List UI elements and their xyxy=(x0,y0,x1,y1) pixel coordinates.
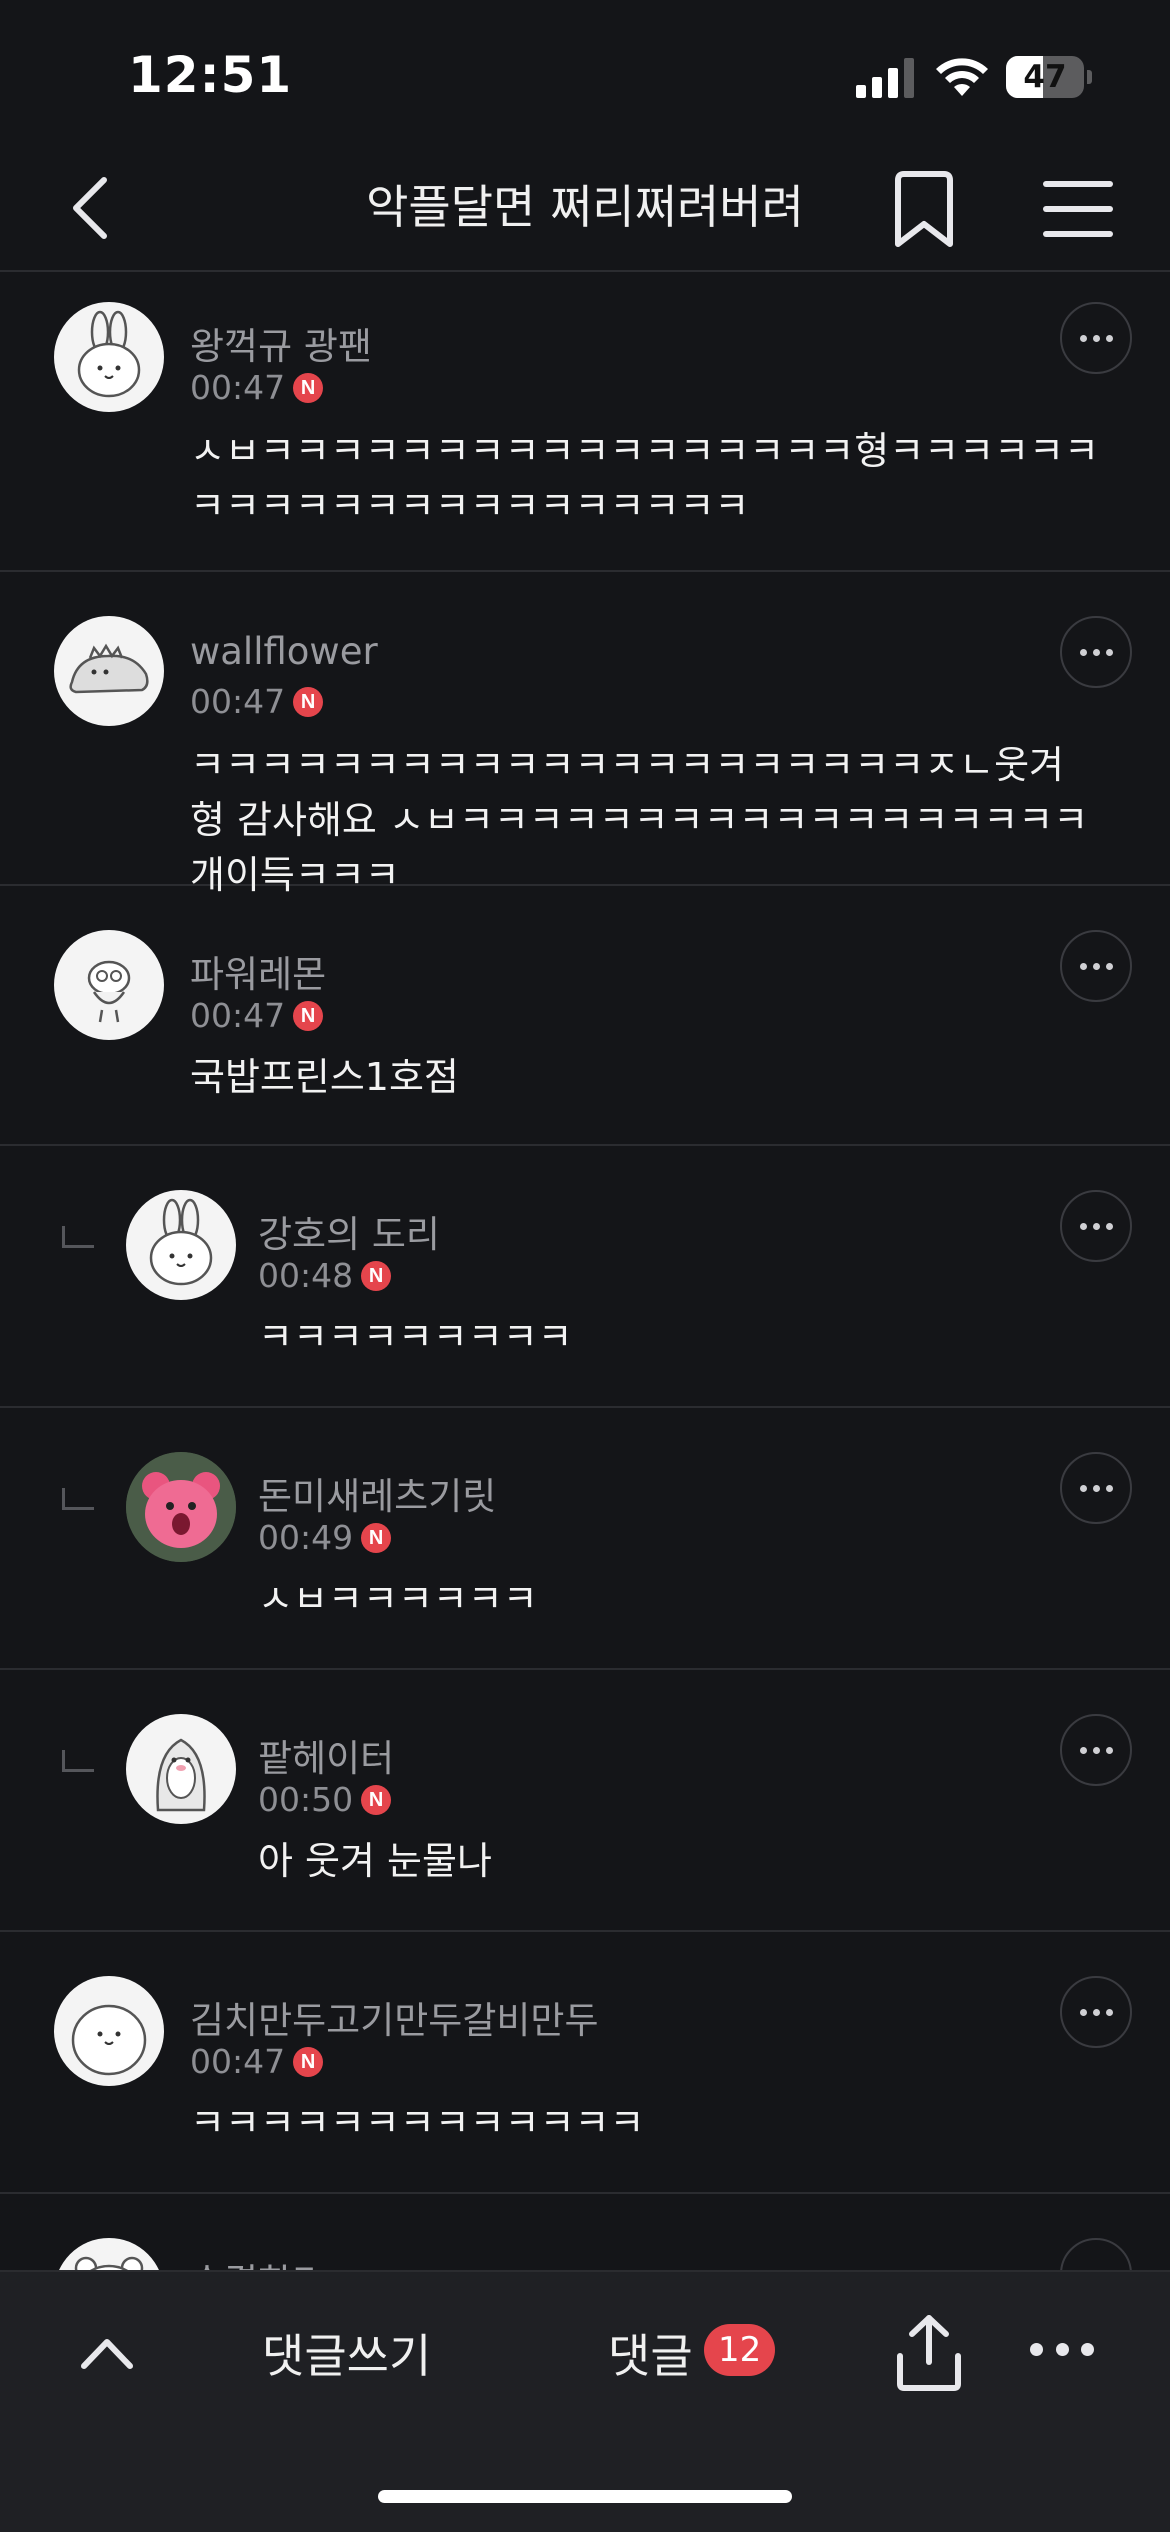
comment-meta: 00:47 N xyxy=(190,682,324,721)
comment-time: 00:49 xyxy=(258,1518,354,1557)
new-badge: N xyxy=(361,1522,392,1553)
comment-time: 00:47 xyxy=(190,2042,286,2081)
comment-meta: 00:49 N xyxy=(258,1518,392,1557)
comment-count-badge: 12 xyxy=(704,2324,776,2376)
comment-item: 파워레몬 00:47 N 국밥프린스1호점 xyxy=(0,886,1170,1146)
comment-time: 00:47 xyxy=(190,368,286,407)
comment-nickname[interactable]: 팥헤이터 xyxy=(258,1728,394,1782)
comment-more-button[interactable] xyxy=(1060,1976,1132,2048)
comment-time: 00:50 xyxy=(258,1780,354,1819)
bookmark-icon[interactable] xyxy=(886,170,962,250)
wifi-icon xyxy=(936,58,988,96)
comment-more-button[interactable] xyxy=(1060,2238,1132,2270)
comment-item: 김치만두고기만두갈비만두 00:47 N ㅋㅋㅋㅋㅋㅋㅋㅋㅋㅋㅋㅋㅋ xyxy=(0,1932,1170,2194)
bear-avatar-icon[interactable] xyxy=(54,2238,164,2270)
comment-item: wallflower 00:47 N ㅋㅋㅋㅋㅋㅋㅋㅋㅋㅋㅋㅋㅋㅋㅋㅋㅋㅋㅋㅋㅋ… xyxy=(0,572,1170,897)
pink-bear-avatar-icon[interactable] xyxy=(126,1452,236,1562)
share-icon[interactable] xyxy=(892,2312,966,2392)
more-dots-icon[interactable] xyxy=(1030,2334,1094,2364)
reply-indicator-icon xyxy=(62,1226,94,1248)
comment-body: ㅅㅂㅋㅋㅋㅋㅋㅋ xyxy=(258,1577,538,1621)
rabbit-avatar-icon[interactable] xyxy=(126,1190,236,1300)
battery-level: 47 xyxy=(1023,59,1067,95)
comment-body: ㅋㅋㅋㅋㅋㅋㅋㅋㅋ xyxy=(258,1315,573,1359)
new-badge: N xyxy=(293,372,324,403)
rabbit-avatar-icon[interactable] xyxy=(54,302,164,412)
comment-more-button[interactable] xyxy=(1060,1190,1132,1262)
home-indicator[interactable] xyxy=(378,2490,792,2503)
comment-body: ㅋㅋㅋㅋㅋㅋㅋㅋㅋㅋㅋㅋㅋ xyxy=(190,2101,645,2145)
blob-avatar-icon[interactable] xyxy=(54,1976,164,2086)
comment-meta: 00:48 N xyxy=(258,1256,392,1295)
comment-meta: 00:47 N xyxy=(190,996,324,1035)
comment-more-button[interactable] xyxy=(1060,930,1132,1002)
comment-body: ㅅㅂㅋㅋㅋㅋㅋㅋㅋㅋㅋㅋㅋㅋㅋㅋㅋㅋㅋ형ㅋㅋㅋㅋㅋㅋㅋㅋㅋㅋㅋㅋㅋㅋㅋㅋㅋㅋㅋㅋ… xyxy=(190,429,1099,528)
dinosaur-avatar-icon[interactable] xyxy=(54,616,164,726)
comment-item: 왕꺽규 광팬 00:47 N ㅅㅂㅋㅋㅋㅋㅋㅋㅋㅋㅋㅋㅋㅋㅋㅋㅋㅋㅋ형ㅋㅋㅋㅋㅋ… xyxy=(0,272,1170,572)
comment-meta: 00:47 N xyxy=(190,368,324,407)
comment-item: 순결한E xyxy=(0,2194,1170,2270)
top-nav-bar: 악플달면 쩌리쩌려버려 xyxy=(0,150,1170,272)
new-badge: N xyxy=(293,1000,324,1031)
comment-nickname[interactable]: 돈미새레츠기릿 xyxy=(258,1466,496,1520)
comment-nickname[interactable]: 파워레몬 xyxy=(190,944,326,998)
comment-more-button[interactable] xyxy=(1060,616,1132,688)
new-badge: N xyxy=(293,2046,324,2077)
status-bar: 12:51 47 xyxy=(0,0,1170,150)
new-badge: N xyxy=(361,1784,392,1815)
new-badge: N xyxy=(293,686,324,717)
comment-meta: 00:50 N xyxy=(258,1780,392,1819)
battery-icon: 47 xyxy=(1006,56,1092,98)
comment-nickname[interactable]: 김치만두고기만두갈비만두 xyxy=(190,1990,598,2044)
comment-nickname[interactable]: 강호의 도리 xyxy=(258,1204,440,1258)
reply-indicator-icon xyxy=(62,1750,94,1772)
comment-nickname[interactable]: 순결한E xyxy=(190,2252,316,2270)
chevron-left-icon[interactable] xyxy=(56,172,128,244)
write-comment-button[interactable]: 댓글쓰기 xyxy=(262,2320,431,2386)
comment-item: 강호의 도리 00:48 N ㅋㅋㅋㅋㅋㅋㅋㅋㅋ xyxy=(0,1146,1170,1408)
comment-time: 00:47 xyxy=(190,682,286,721)
comment-body: 국밥프린스1호점 xyxy=(190,1055,459,1099)
penguin-avatar-icon[interactable] xyxy=(126,1714,236,1824)
comment-body: ㅋㅋㅋㅋㅋㅋㅋㅋㅋㅋㅋㅋㅋㅋㅋㅋㅋㅋㅋㅋㅋㅈㄴ웃겨 형 감사해요 ㅅㅂㅋㅋㅋㅋㅋ… xyxy=(190,743,1089,897)
chevron-up-icon[interactable] xyxy=(76,2322,138,2384)
comment-list[interactable]: 왕꺽규 광팬 00:47 N ㅅㅂㅋㅋㅋㅋㅋㅋㅋㅋㅋㅋㅋㅋㅋㅋㅋㅋㅋ형ㅋㅋㅋㅋㅋ… xyxy=(0,272,1170,2270)
new-badge: N xyxy=(361,1260,392,1291)
reply-indicator-icon xyxy=(62,1488,94,1510)
comment-item: 돈미새레츠기릿 00:49 N ㅅㅂㅋㅋㅋㅋㅋㅋ xyxy=(0,1408,1170,1670)
status-time: 12:51 xyxy=(128,46,293,104)
comment-nickname[interactable]: 왕꺽규 광팬 xyxy=(190,316,372,370)
comment-nickname[interactable]: wallflower xyxy=(190,630,378,673)
comment-meta: 00:47 N xyxy=(190,2042,324,2081)
comment-more-button[interactable] xyxy=(1060,1452,1132,1524)
comment-more-button[interactable] xyxy=(1060,1714,1132,1786)
comment-item: 팥헤이터 00:50 N 아 웃겨 눈물나 xyxy=(0,1670,1170,1932)
comments-button[interactable]: 댓글 xyxy=(608,2320,693,2386)
comment-more-button[interactable] xyxy=(1060,302,1132,374)
comment-body: 아 웃겨 눈물나 xyxy=(258,1839,492,1883)
cellular-signal-icon xyxy=(856,58,914,98)
comment-time: 00:47 xyxy=(190,996,286,1035)
character-avatar-icon[interactable] xyxy=(54,930,164,1040)
page-title: 악플달면 쩌리쩌려버려 xyxy=(366,180,804,234)
hamburger-menu-icon[interactable] xyxy=(1040,176,1116,242)
comment-time: 00:48 xyxy=(258,1256,354,1295)
